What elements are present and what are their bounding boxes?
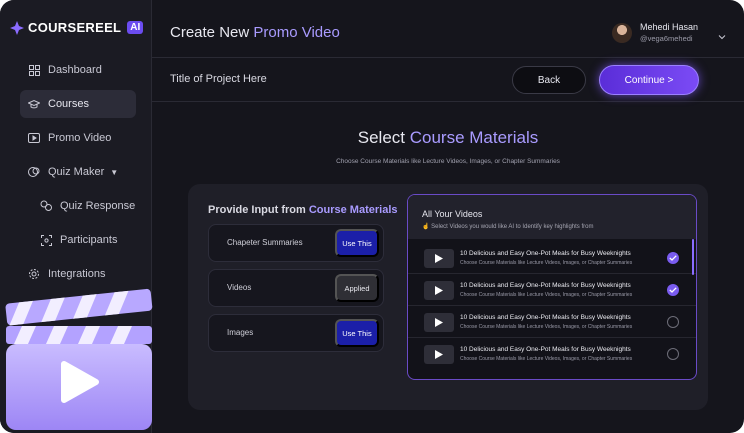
videos-title: All Your Videos xyxy=(422,209,483,219)
video-thumbnail xyxy=(424,345,454,364)
video-description: Choose Course Materials like Lecture Vid… xyxy=(460,292,633,298)
page-title-accent: Promo Video xyxy=(253,24,340,41)
sidebar-item-label: Courses xyxy=(48,98,89,110)
sidebar-item-label: Dashboard xyxy=(48,64,102,76)
sidebar-item-label: Promo Video xyxy=(48,132,112,144)
sidebar-item-quiz-response[interactable]: Quiz Response xyxy=(20,192,136,220)
responses-icon xyxy=(40,200,52,212)
videos-header: All Your Videos ☝ Select Videos you woul… xyxy=(408,195,696,239)
video-row[interactable]: 10 Delicious and Easy One-Pot Meals for … xyxy=(408,243,696,274)
empty-circle-icon[interactable] xyxy=(667,348,679,360)
quiz-icon xyxy=(28,166,40,178)
user-handle: @vega6mehedi xyxy=(639,34,693,43)
play-icon xyxy=(435,254,443,263)
top-header: Create New Promo Video Mehedi Hasan @veg… xyxy=(152,0,744,58)
continue-button[interactable]: Continue > xyxy=(599,65,699,95)
project-title[interactable]: Title of Project Here xyxy=(170,73,267,85)
brand-logo[interactable]: COURSEREEL AI xyxy=(10,20,144,35)
app-window: COURSEREEL AI Dashboard Courses Promo Vi… xyxy=(0,0,744,433)
brand-badge: AI xyxy=(127,21,144,34)
check-circle-icon[interactable] xyxy=(667,252,679,264)
sidebar-item-participants[interactable]: Participants xyxy=(20,226,136,254)
section-subtitle: Choose Course Materials like Lecture Vid… xyxy=(336,158,560,165)
option-images: Images Use This xyxy=(208,314,384,352)
sidebar-item-integrations[interactable]: Integrations xyxy=(20,260,136,288)
chevron-down-icon[interactable] xyxy=(718,28,726,40)
input-title-prefix: Provide Input from xyxy=(208,204,306,216)
video-description: Choose Course Materials like Lecture Vid… xyxy=(460,356,633,362)
gear-icon xyxy=(28,268,40,280)
section-title-accent: Course Materials xyxy=(409,128,539,147)
video-row[interactable]: 10 Delicious and Easy One-Pot Meals for … xyxy=(408,307,696,338)
video-row[interactable]: 10 Delicious and Easy One-Pot Meals for … xyxy=(408,275,696,306)
videos-hint-text: Select Videos you would like AI to Ident… xyxy=(431,224,594,230)
sidebar-item-dashboard[interactable]: Dashboard xyxy=(20,56,136,84)
option-label: Videos xyxy=(227,283,252,292)
clapperboard-illustration xyxy=(0,288,160,433)
video-title: 10 Delicious and Easy One-Pot Meals for … xyxy=(460,282,631,289)
sidebar: COURSEREEL AI Dashboard Courses Promo Vi… xyxy=(0,0,153,433)
video-title: 10 Delicious and Easy One-Pot Meals for … xyxy=(460,250,631,257)
video-title: 10 Delicious and Easy One-Pot Meals for … xyxy=(460,346,631,353)
scrollbar-thumb[interactable] xyxy=(692,239,694,275)
video-title: 10 Delicious and Easy One-Pot Meals for … xyxy=(460,314,631,321)
sidebar-nav: Dashboard Courses Promo Video Quiz Maker xyxy=(20,56,136,294)
sidebar-item-promo-video[interactable]: Promo Video xyxy=(20,124,136,152)
video-thumbnail xyxy=(424,249,454,268)
video-thumbnail xyxy=(424,281,454,300)
section-title-prefix: Select xyxy=(357,128,405,147)
play-box-icon xyxy=(28,132,40,144)
user-name: Mehedi Hasan xyxy=(639,22,698,32)
sidebar-item-label: Participants xyxy=(60,234,118,246)
option-label: Images xyxy=(227,328,254,337)
play-icon xyxy=(435,286,443,295)
project-toolbar: Title of Project Here Back Continue > xyxy=(152,58,744,102)
page-title: Create New Promo Video xyxy=(170,24,340,41)
play-icon xyxy=(435,318,443,327)
option-chapter-summaries: Chapeter Summaries Use This xyxy=(208,224,384,262)
use-this-button[interactable]: Use This xyxy=(335,319,379,347)
input-title: Provide Input from Course Materials xyxy=(208,204,398,216)
materials-panel: Provide Input from Course Materials Chap… xyxy=(188,184,708,410)
input-title-accent: Course Materials xyxy=(308,204,398,216)
videos-list: All Your Videos ☝ Select Videos you woul… xyxy=(407,194,697,380)
option-label: Chapeter Summaries xyxy=(227,238,303,247)
caret-down-icon[interactable]: ▼ xyxy=(110,168,118,177)
sidebar-item-label: Quiz Response xyxy=(60,200,136,212)
page-title-prefix: Create New xyxy=(170,24,250,41)
sidebar-item-label: Integrations xyxy=(48,268,106,280)
play-icon xyxy=(435,350,443,359)
section-title: Select Course Materials xyxy=(152,128,744,148)
sidebar-item-label: Quiz Maker xyxy=(48,166,105,178)
pointer-icon: ☝ xyxy=(422,224,430,230)
participants-icon xyxy=(40,234,52,246)
video-description: Choose Course Materials like Lecture Vid… xyxy=(460,260,633,266)
graduation-cap-icon xyxy=(28,98,40,110)
video-row[interactable]: 10 Delicious and Easy One-Pot Meals for … xyxy=(408,339,696,370)
avatar[interactable] xyxy=(611,22,632,43)
brand-name: COURSEREEL xyxy=(28,20,122,35)
back-button[interactable]: Back xyxy=(512,66,586,94)
grid-icon xyxy=(28,64,40,76)
video-thumbnail xyxy=(424,313,454,332)
empty-circle-icon[interactable] xyxy=(667,316,679,328)
use-this-button[interactable]: Use This xyxy=(335,229,379,257)
logo-icon xyxy=(10,20,24,35)
sidebar-item-courses[interactable]: Courses xyxy=(20,90,136,118)
check-circle-icon[interactable] xyxy=(667,284,679,296)
option-videos: Videos Applied xyxy=(208,269,384,307)
sidebar-item-quiz-maker[interactable]: Quiz Maker ▼ xyxy=(20,158,136,186)
applied-button[interactable]: Applied xyxy=(335,274,379,302)
video-description: Choose Course Materials like Lecture Vid… xyxy=(460,324,633,330)
user-menu[interactable]: Mehedi Hasan @vega6mehedi xyxy=(611,22,698,43)
videos-hint: ☝ Select Videos you would like AI to Ide… xyxy=(422,223,696,230)
